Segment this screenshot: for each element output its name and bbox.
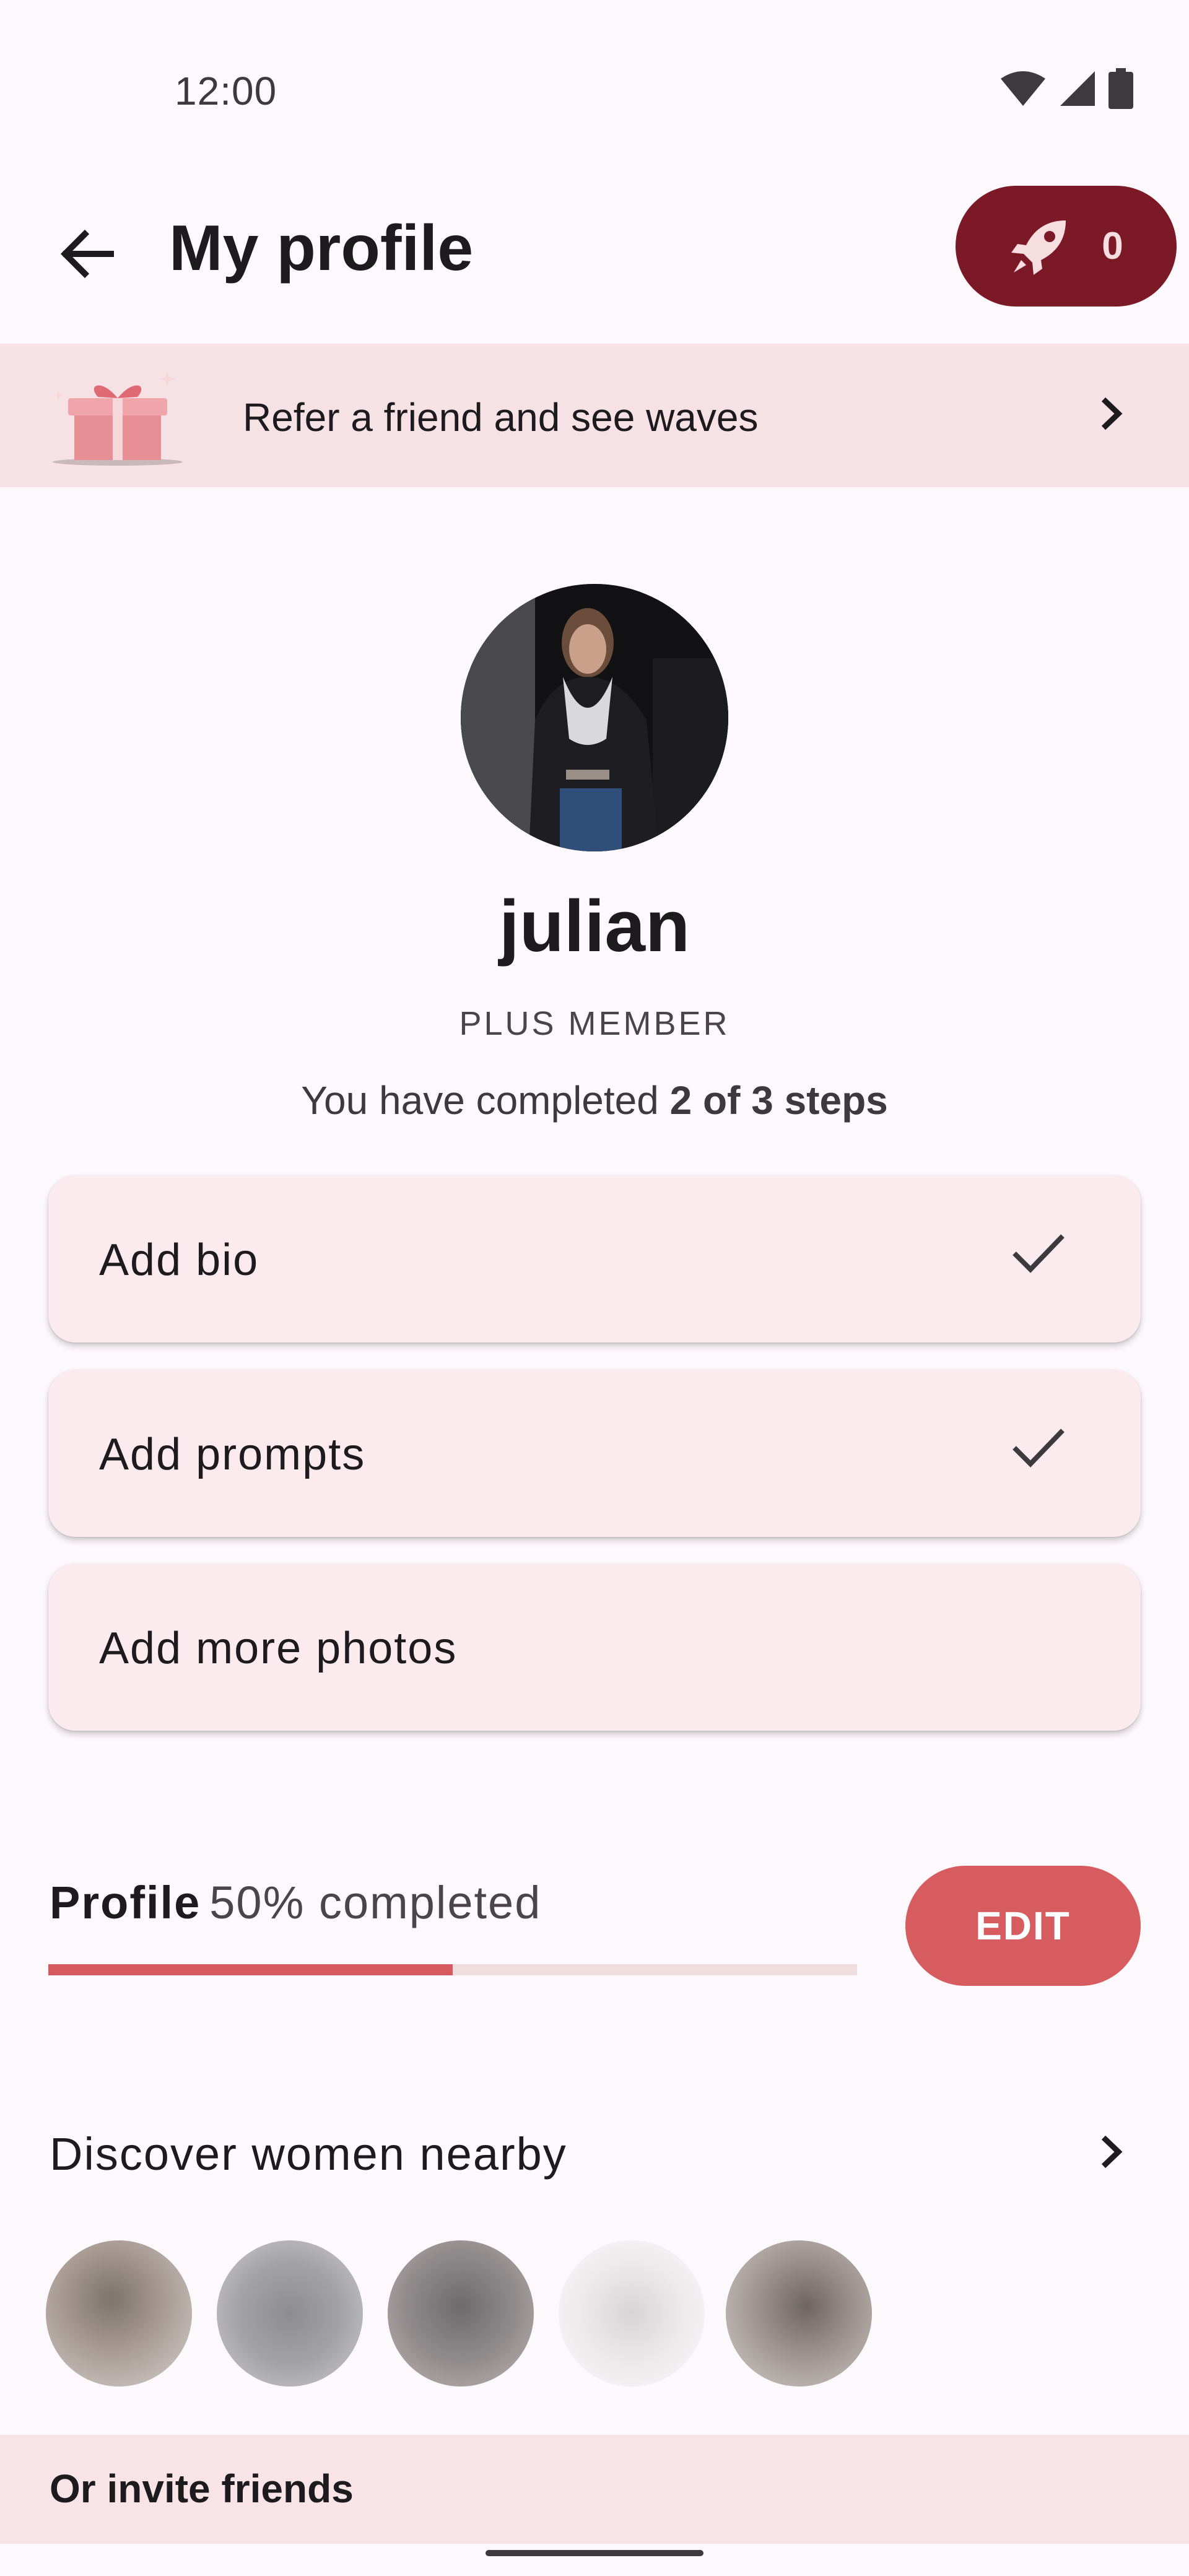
discover-title: Discover women nearby bbox=[50, 2128, 567, 2180]
arrow-left-icon bbox=[60, 229, 114, 279]
invite-friends-section[interactable]: Or invite friends bbox=[0, 2435, 1189, 2544]
step-label: Add more photos bbox=[99, 1624, 458, 1673]
progress-title: Profile bbox=[50, 1877, 201, 1928]
discover-nearby-row[interactable]: Discover women nearby bbox=[0, 2093, 1189, 2217]
battery-icon bbox=[1108, 68, 1133, 109]
nearby-avatar[interactable] bbox=[46, 2240, 192, 2387]
progress-bar bbox=[48, 1964, 857, 1975]
nearby-avatar[interactable] bbox=[726, 2240, 872, 2387]
step-label: Add prompts bbox=[99, 1430, 366, 1479]
progress-percent: 50% completed bbox=[209, 1877, 542, 1928]
chevron-right-icon bbox=[1101, 397, 1123, 430]
boost-count: 0 bbox=[1102, 225, 1123, 268]
page-title: My profile bbox=[169, 212, 474, 284]
check-icon bbox=[1013, 1429, 1065, 1468]
avatar[interactable] bbox=[461, 584, 728, 851]
invite-title: Or invite friends bbox=[50, 2466, 354, 2511]
steps-summary-count: 2 of 3 steps bbox=[669, 1078, 888, 1123]
steps-summary-prefix: You have completed bbox=[301, 1078, 670, 1123]
wifi-icon bbox=[1001, 71, 1045, 106]
nearby-avatar[interactable] bbox=[217, 2240, 363, 2387]
app-bar: My profile 0 bbox=[0, 180, 1189, 341]
back-button[interactable] bbox=[43, 211, 130, 297]
profile-photo bbox=[461, 584, 728, 851]
signal-icon bbox=[1060, 71, 1095, 106]
nearby-avatar[interactable] bbox=[388, 2240, 534, 2387]
step-card-add-bio[interactable]: Add bio bbox=[48, 1175, 1141, 1342]
edit-button[interactable]: EDIT bbox=[905, 1866, 1141, 1986]
step-card-add-prompts[interactable]: Add prompts bbox=[48, 1370, 1141, 1537]
status-bar: 12:00 bbox=[0, 0, 1189, 180]
rocket-icon bbox=[1011, 220, 1066, 275]
home-indicator[interactable] bbox=[486, 2550, 703, 2556]
steps-summary: You have completed 2 of 3 steps bbox=[0, 1077, 1189, 1123]
refer-banner[interactable]: Refer a friend and see waves bbox=[0, 344, 1189, 487]
progress-bar-fill bbox=[48, 1964, 453, 1975]
step-card-add-more-photos[interactable]: Add more photos bbox=[48, 1564, 1141, 1731]
profile-progress-label: Profile 50% completed bbox=[50, 1876, 541, 1929]
step-label: Add bio bbox=[99, 1235, 259, 1285]
status-icons bbox=[1000, 68, 1133, 109]
gift-icon bbox=[53, 371, 183, 466]
check-icon bbox=[1013, 1234, 1065, 1273]
refer-text: Refer a friend and see waves bbox=[243, 395, 759, 440]
nearby-avatar[interactable] bbox=[559, 2240, 705, 2387]
membership-badge: PLUS MEMBER bbox=[459, 1005, 730, 1042]
boost-button[interactable]: 0 bbox=[956, 186, 1177, 307]
status-time: 12:00 bbox=[175, 69, 277, 113]
chevron-right-icon bbox=[1101, 2135, 1123, 2169]
username: julian bbox=[499, 886, 690, 967]
